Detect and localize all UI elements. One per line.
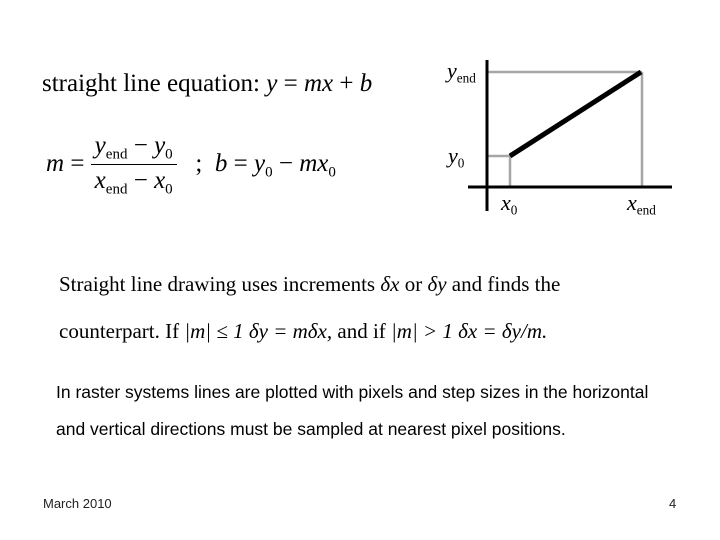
line-diagram	[468, 60, 672, 211]
footer-date: March 2010	[43, 496, 112, 511]
condition-1: |m| ≤ 1	[184, 319, 244, 343]
delta-x: δx	[380, 272, 400, 296]
label-y-end: yend	[447, 58, 476, 86]
equation-1: δy = mδx,	[248, 319, 333, 343]
straight-line-segment	[508, 69, 643, 159]
label-x-0: x0	[501, 190, 518, 218]
raster-description: In raster systems lines are plotted with…	[56, 382, 649, 439]
increments-line-1: Straight line drawing uses increments δx…	[59, 272, 561, 296]
delta-y: δy	[427, 272, 447, 296]
label-x-end: xend	[627, 190, 656, 218]
label-y-0: y0	[448, 143, 465, 171]
page-number: 4	[669, 496, 677, 511]
condition-2: |m| > 1	[391, 319, 453, 343]
equation-2: δx = δy/m.	[458, 319, 548, 343]
increments-line-2: counterpart. If |m| ≤ 1 δy = mδx, and if…	[59, 319, 548, 343]
